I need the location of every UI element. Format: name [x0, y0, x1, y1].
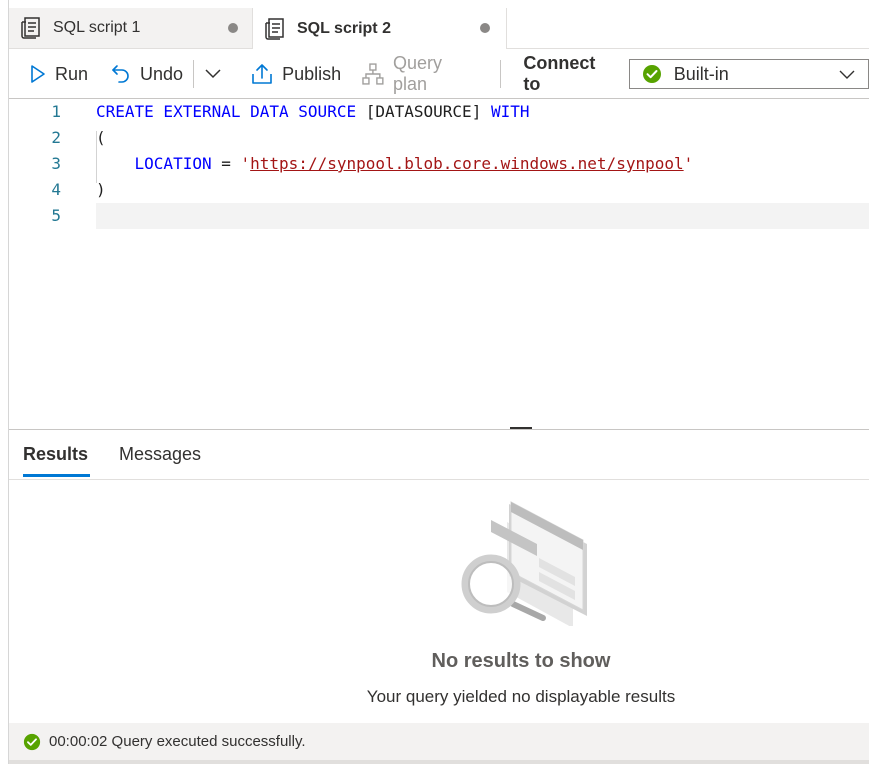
bottom-border	[9, 760, 869, 764]
undo-label: Undo	[140, 63, 184, 84]
connect-to-label: Connect to	[523, 53, 596, 94]
tab-sql-script-1[interactable]: SQL script 1	[9, 8, 253, 48]
sql-keyword: CREATE EXTERNAL DATA SOURCE	[96, 102, 357, 121]
sql-keyword: WITH	[490, 102, 530, 121]
connection-value: Built-in	[673, 63, 729, 84]
check-circle-icon	[642, 64, 662, 84]
unsaved-dot-icon	[480, 23, 490, 33]
string-quote: '	[240, 154, 251, 173]
undo-icon	[112, 65, 129, 83]
query-plan-label: Query plan	[392, 53, 442, 94]
chevron-down-icon	[205, 69, 221, 79]
tab-label: SQL script 2	[297, 19, 391, 37]
code-line: 4 )	[9, 177, 869, 203]
results-tab-bar: Results Messages	[9, 430, 869, 480]
code-text: CREATE EXTERNAL DATA SOURCE [DATASOURCE]…	[96, 99, 529, 125]
run-button[interactable]: Run	[29, 58, 88, 90]
script-doc-icon	[21, 16, 43, 40]
play-icon	[31, 65, 45, 83]
check-circle-icon	[23, 733, 41, 751]
tab-results[interactable]: Results	[23, 444, 91, 477]
script-tab-bar: SQL script 1 SQL script 2	[9, 8, 869, 49]
sql-operator: =	[211, 154, 241, 173]
line-number: 5	[51, 206, 61, 225]
results-empty-state: No results to show Your query yielded no…	[9, 480, 869, 723]
line-number: 2	[51, 128, 61, 147]
query-plan-button[interactable]: Query plan	[361, 53, 480, 94]
query-plan-icon	[362, 63, 384, 85]
line-number: 4	[51, 180, 61, 199]
code-text: (	[96, 128, 106, 147]
sql-code-editor[interactable]: 1 CREATE EXTERNAL DATA SOURCE [DATASOURC…	[9, 99, 869, 429]
undo-dropdown-button[interactable]	[204, 58, 230, 90]
no-results-illustration-icon	[461, 501, 587, 626]
tab-messages[interactable]: Messages	[119, 444, 201, 465]
line-number: 1	[51, 102, 61, 121]
line-number: 3	[51, 154, 61, 173]
status-message: 00:00:02 Query executed successfully.	[49, 733, 306, 750]
editor-toolbar: Run Undo Publish Query plan Connect to B…	[9, 50, 869, 99]
toolbar-separator	[500, 60, 502, 88]
tab-sql-script-2[interactable]: SQL script 2	[253, 8, 507, 49]
code-text: )	[96, 180, 106, 199]
tab-label: SQL script 1	[53, 19, 141, 36]
empty-state-title: No results to show	[431, 650, 611, 672]
connection-dropdown[interactable]: Built-in	[628, 59, 869, 89]
current-line-highlight	[96, 203, 869, 229]
code-line: 3 LOCATION = 'https://synpool.blob.core.…	[9, 151, 869, 177]
empty-state-subtitle: Your query yielded no displayable result…	[366, 687, 676, 706]
publish-button[interactable]: Publish	[250, 58, 341, 90]
publish-icon	[252, 64, 272, 84]
code-line-current: 5	[9, 203, 869, 229]
run-label: Run	[55, 63, 89, 84]
unsaved-dot-icon	[228, 23, 238, 33]
sql-keyword: LOCATION	[134, 154, 212, 173]
script-doc-icon	[265, 17, 287, 41]
toolbar-separator	[193, 60, 195, 88]
indent-guide	[96, 131, 97, 183]
undo-button[interactable]: Undo	[110, 58, 183, 90]
query-status-bar: 00:00:02 Query executed successfully.	[9, 723, 869, 760]
publish-label: Publish	[282, 63, 342, 84]
code-text: LOCATION = 'https://synpool.blob.core.wi…	[96, 151, 694, 177]
splitter-grip-handle[interactable]	[510, 427, 532, 429]
location-url-link[interactable]: https://synpool.blob.core.windows.net/sy…	[250, 154, 683, 173]
sql-identifier: [DATASOURCE]	[356, 102, 491, 121]
code-line: 1 CREATE EXTERNAL DATA SOURCE [DATASOURC…	[9, 99, 869, 125]
code-line: 2 (	[9, 125, 869, 151]
string-quote: '	[683, 154, 694, 173]
chevron-down-icon	[838, 66, 856, 82]
